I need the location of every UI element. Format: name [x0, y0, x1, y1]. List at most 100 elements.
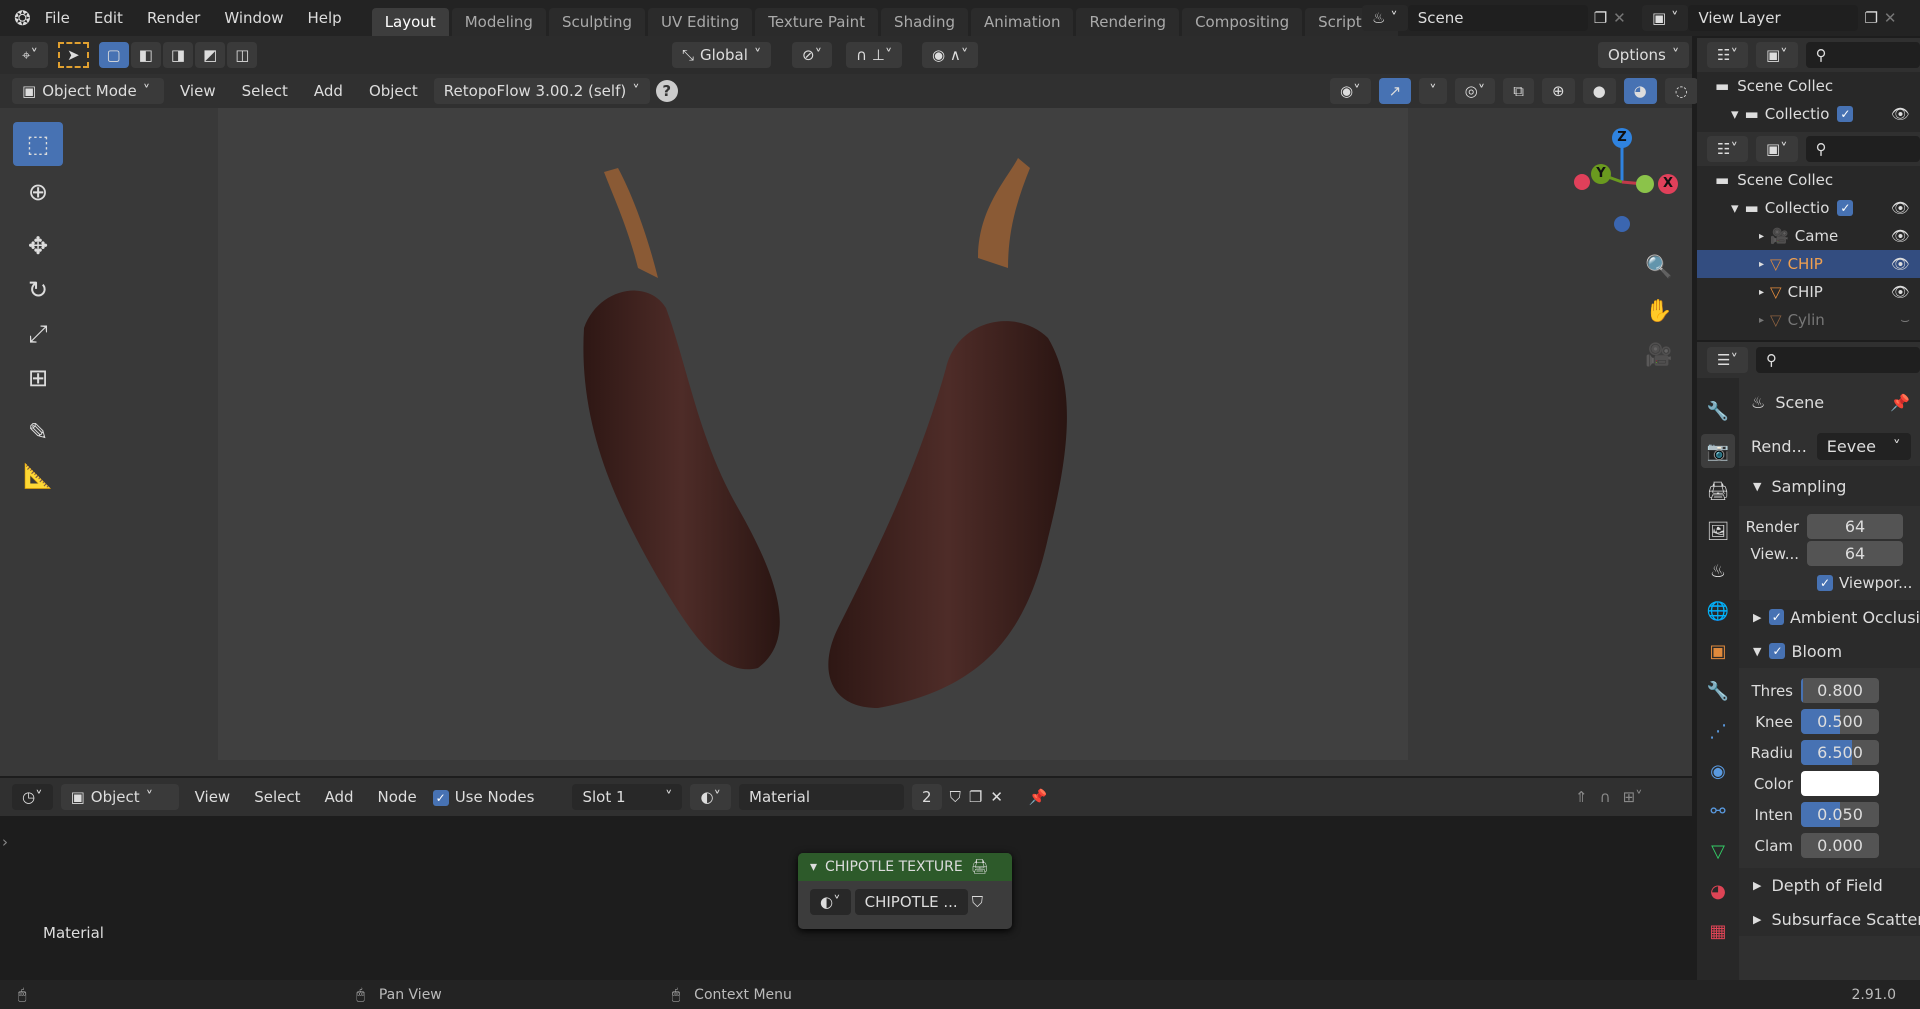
menu-help[interactable]: Help [308, 9, 342, 27]
expand-icon[interactable]: ▸ [1759, 231, 1764, 242]
expand-icon[interactable]: ▾ [1731, 105, 1739, 123]
shader-type-dropdown[interactable]: ▣ Object ˅ [60, 784, 179, 810]
properties-editor-type[interactable]: ☰˅ [1707, 347, 1748, 373]
shading-material[interactable]: ◕ [1623, 78, 1657, 104]
view-layer-tab-icon[interactable]: 🖼 [1701, 514, 1735, 548]
snap-icon[interactable]: ∩ [1600, 788, 1611, 806]
material-name-field[interactable]: Material [739, 784, 905, 810]
eye-icon[interactable]: 👁 [1891, 227, 1910, 245]
expand-icon[interactable]: ▸ [1759, 287, 1764, 298]
tab-compositing[interactable]: Compositing [1182, 8, 1303, 36]
material-tab-icon[interactable]: ◕ [1701, 874, 1735, 908]
node-menu-add[interactable]: Add [316, 788, 361, 806]
object-tab-icon[interactable]: ▣ [1701, 634, 1735, 668]
checkbox-icon[interactable]: ✓ [1769, 609, 1784, 625]
select-mode-buttons[interactable]: ▢ ◧ ◨ ◩ ◫ [98, 42, 258, 68]
tab-animation[interactable]: Animation [970, 8, 1074, 36]
retopoflow-dropdown[interactable]: RetopoFlow 3.00.2 (self) ˅ [433, 78, 650, 104]
shading-rendered[interactable]: ◌ [1664, 78, 1698, 104]
outliner-item-chip[interactable]: ▸ ▽ CHIP 👁 [1697, 278, 1920, 306]
menu-select[interactable]: Select [232, 78, 298, 104]
display-mode-dropdown[interactable]: ☷˅ [1707, 42, 1748, 68]
render-samples-field[interactable]: 64 [1807, 514, 1903, 539]
editor-type-button[interactable]: ⌖˅ [12, 42, 48, 68]
outliner-collection[interactable]: ▾ ▬ Collectio ✓ 👁 [1697, 100, 1920, 128]
select-tool-icon[interactable]: ➤ [57, 42, 89, 68]
world-tab-icon[interactable]: 🌐 [1701, 594, 1735, 628]
gizmo-dropdown[interactable]: ˅ [1419, 78, 1447, 104]
node-material-browse[interactable]: ◐˅ [810, 889, 851, 915]
help-button[interactable]: ? [655, 80, 678, 102]
visibility-dropdown[interactable]: ◉˅ [1330, 78, 1371, 104]
material-users-count[interactable]: 2 [912, 784, 942, 810]
viewport-samples-field[interactable]: 64 [1807, 541, 1903, 566]
tab-modeling[interactable]: Modeling [451, 8, 546, 36]
expand-icon[interactable]: ▸ [1759, 259, 1764, 270]
menu-render[interactable]: Render [147, 9, 200, 27]
outliner-scene-collection[interactable]: ▬ Scene Collec [1697, 166, 1920, 194]
unlink-material-icon[interactable]: ✕ [990, 788, 1003, 806]
eye-closed-icon[interactable]: ⌣ [1900, 311, 1910, 329]
tab-sculpting[interactable]: Sculpting [548, 8, 645, 36]
shading-solid[interactable]: ● [1582, 78, 1616, 104]
shading-wireframe[interactable]: ⊕ [1541, 78, 1575, 104]
constraints-tab-icon[interactable]: ⚯ [1701, 794, 1735, 828]
physics-tab-icon[interactable]: ◉ [1701, 754, 1735, 788]
outliner-search[interactable]: ⚲ [1805, 136, 1920, 162]
pan-hand-icon[interactable]: ✋ [1645, 290, 1672, 334]
fake-user-icon[interactable]: ⛉ [950, 788, 961, 806]
gizmo-y-axis[interactable]: Y [1591, 164, 1611, 184]
pin-icon[interactable]: 📌 [1029, 788, 1048, 806]
blender-logo-icon[interactable]: ❂ [14, 6, 31, 30]
exclude-checkbox[interactable]: ✓ [1837, 200, 1854, 216]
properties-search[interactable]: ⚲ [1755, 347, 1920, 373]
select-box-tool[interactable]: ⬚ [13, 122, 63, 166]
eye-icon[interactable]: 👁 [1891, 199, 1910, 217]
duplicate-material-icon[interactable]: ❐ [969, 788, 982, 806]
outliner-item-camera[interactable]: ▸ 🎥 Came 👁 [1697, 222, 1920, 250]
expand-icon[interactable]: ▸ [1759, 315, 1764, 326]
gizmo-toggle[interactable]: ↗ [1378, 78, 1412, 104]
scale-tool[interactable]: ⤢ [13, 312, 63, 356]
gizmo-z-axis[interactable]: Z [1612, 128, 1632, 148]
tab-rendering[interactable]: Rendering [1076, 8, 1180, 36]
scene-name-field[interactable]: Scene [1407, 5, 1588, 31]
pivot-dropdown[interactable]: ⊘˅ [792, 42, 833, 68]
menu-file[interactable]: File [45, 9, 70, 27]
tab-uv-editing[interactable]: UV Editing [647, 8, 753, 36]
outliner-scene-collection[interactable]: ▬ Scene Collec [1697, 72, 1920, 100]
delete-view-layer-icon[interactable]: ✕ [1884, 9, 1897, 27]
menu-window[interactable]: Window [224, 9, 283, 27]
eye-icon[interactable]: 👁 [1891, 283, 1910, 301]
sidebar-toggle-left[interactable]: › [2, 833, 8, 851]
display-mode-dropdown[interactable]: ☷˅ [1707, 136, 1748, 162]
sampling-panel-header[interactable]: ▼ Sampling [1739, 466, 1920, 506]
eye-icon[interactable]: 👁 [1891, 255, 1910, 273]
bloom-field-slider[interactable]: 0.500 [1801, 709, 1879, 734]
viewport-denoise-checkbox[interactable]: ✓ Viewpor... [1739, 574, 1920, 592]
menu-edit[interactable]: Edit [94, 9, 123, 27]
rotate-tool[interactable]: ↻ [13, 268, 63, 312]
particles-tab-icon[interactable]: ⋰ [1701, 714, 1735, 748]
slot-dropdown[interactable]: Slot 1 ˅ [572, 784, 683, 810]
eye-icon[interactable]: 👁 [1891, 105, 1910, 123]
menu-object[interactable]: Object [359, 78, 428, 104]
subsurface-header[interactable]: ▶ Subsurface Scatteri [1739, 902, 1920, 936]
view-layer-field[interactable]: View Layer [1688, 5, 1859, 31]
node-menu-view[interactable]: View [187, 788, 239, 806]
scene-tab-icon[interactable]: ♨ [1701, 554, 1735, 588]
outliner-search[interactable]: ⚲ [1805, 42, 1920, 68]
menu-add[interactable]: Add [304, 78, 353, 104]
new-view-layer-icon[interactable]: ❐ [1864, 9, 1877, 27]
xray-toggle[interactable]: ⧉ [1503, 78, 1534, 104]
move-tool[interactable]: ✥ [13, 224, 63, 268]
tab-shading[interactable]: Shading [881, 8, 968, 36]
node-editor[interactable]: ◷˅ ▣ Object ˅ View Select Add Node ✓ Use N… [0, 778, 1692, 980]
navigation-gizmo[interactable]: Z Y X [1560, 122, 1680, 232]
checkbox-icon[interactable]: ✓ [1769, 643, 1786, 659]
expand-icon[interactable]: ▾ [1731, 199, 1739, 217]
annotate-tool[interactable]: ✎ [13, 410, 63, 454]
material-browse-button[interactable]: ◐˅ [690, 784, 732, 810]
node-material-field[interactable]: CHIPOTLE ... [854, 889, 968, 915]
use-nodes-checkbox[interactable]: ✓ Use Nodes [432, 788, 534, 806]
